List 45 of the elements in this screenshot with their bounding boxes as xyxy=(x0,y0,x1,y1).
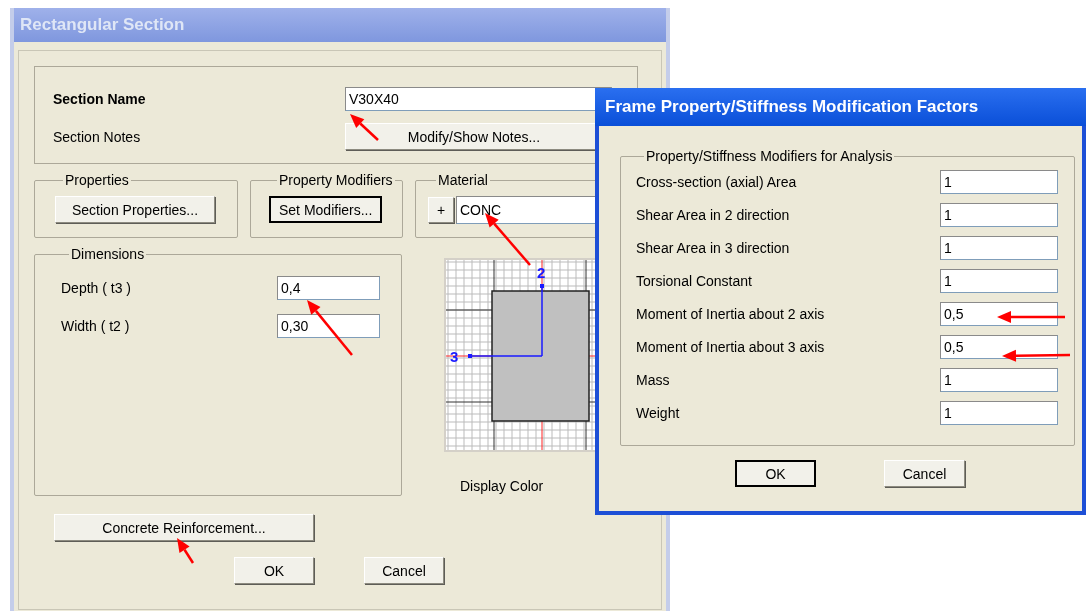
dimension-label: Depth ( t3 ) xyxy=(61,280,133,296)
set-modifiers-button[interactable]: Set Modifiers... xyxy=(269,196,383,223)
window-title: Frame Property/Stiffness Modification Factors xyxy=(595,88,1086,126)
modifier-label: Shear Area in 3 direction xyxy=(636,240,791,256)
section-notes-label: Section Notes xyxy=(53,128,142,145)
dialog-button[interactable]: OK xyxy=(234,557,314,584)
modifier-field[interactable]: 0,5 xyxy=(940,335,1058,359)
window-title: Rectangular Section xyxy=(14,8,666,42)
section-properties-button[interactable]: Section Properties... xyxy=(55,196,215,223)
group-legend: Material xyxy=(436,172,490,188)
modifier-field[interactable]: 1 xyxy=(940,203,1058,227)
axis-label: 2 xyxy=(537,264,546,281)
modifier-field[interactable]: 1 xyxy=(940,236,1058,260)
modifier-label: Weight xyxy=(636,405,681,421)
group-legend: Properties xyxy=(63,172,131,188)
modifier-field[interactable]: 1 xyxy=(940,269,1058,293)
modifier-label: Torsional Constant xyxy=(636,273,753,289)
concrete-reinforcement-button[interactable]: Concrete Reinforcement... xyxy=(54,514,314,541)
annotation-arrow xyxy=(997,311,1065,323)
group-legend: Dimensions xyxy=(69,246,147,262)
group-legend: Property/Stiffness Modifiers for Analysis xyxy=(644,148,895,164)
modifier-label: Moment of Inertia about 2 axis xyxy=(636,306,826,322)
modifier-label: Moment of Inertia about 3 axis xyxy=(636,339,826,355)
dialog-button[interactable]: Cancel xyxy=(364,557,444,584)
annotation-arrow xyxy=(307,300,353,356)
annotation-arrow xyxy=(177,538,195,564)
modifier-field[interactable]: 0,5 xyxy=(940,302,1058,326)
dimension-field[interactable]: 0,4 xyxy=(277,276,380,300)
annotation-arrow xyxy=(1002,349,1070,362)
display-color-label: Display Color xyxy=(460,478,545,494)
modifier-field[interactable]: 1 xyxy=(940,401,1058,425)
axis-label: 3 xyxy=(450,348,459,365)
modifier-label: Mass xyxy=(636,372,671,388)
modifier-label: Cross-section (axial) Area xyxy=(636,174,798,190)
annotation-arrow xyxy=(485,213,531,266)
add-material-button[interactable]: + xyxy=(428,196,454,223)
annotation-arrow xyxy=(350,114,379,141)
modifier-field[interactable]: 1 xyxy=(940,170,1058,194)
group-legend: Property Modifiers xyxy=(277,172,395,188)
dimension-field[interactable]: 0,30 xyxy=(277,314,380,338)
section-name-label: Section Name xyxy=(53,91,147,107)
dimension-label: Width ( t2 ) xyxy=(61,318,131,334)
dialog-button[interactable]: OK xyxy=(735,460,816,487)
dialog-button[interactable]: Cancel xyxy=(884,460,965,487)
modifier-field[interactable]: 1 xyxy=(940,368,1058,392)
